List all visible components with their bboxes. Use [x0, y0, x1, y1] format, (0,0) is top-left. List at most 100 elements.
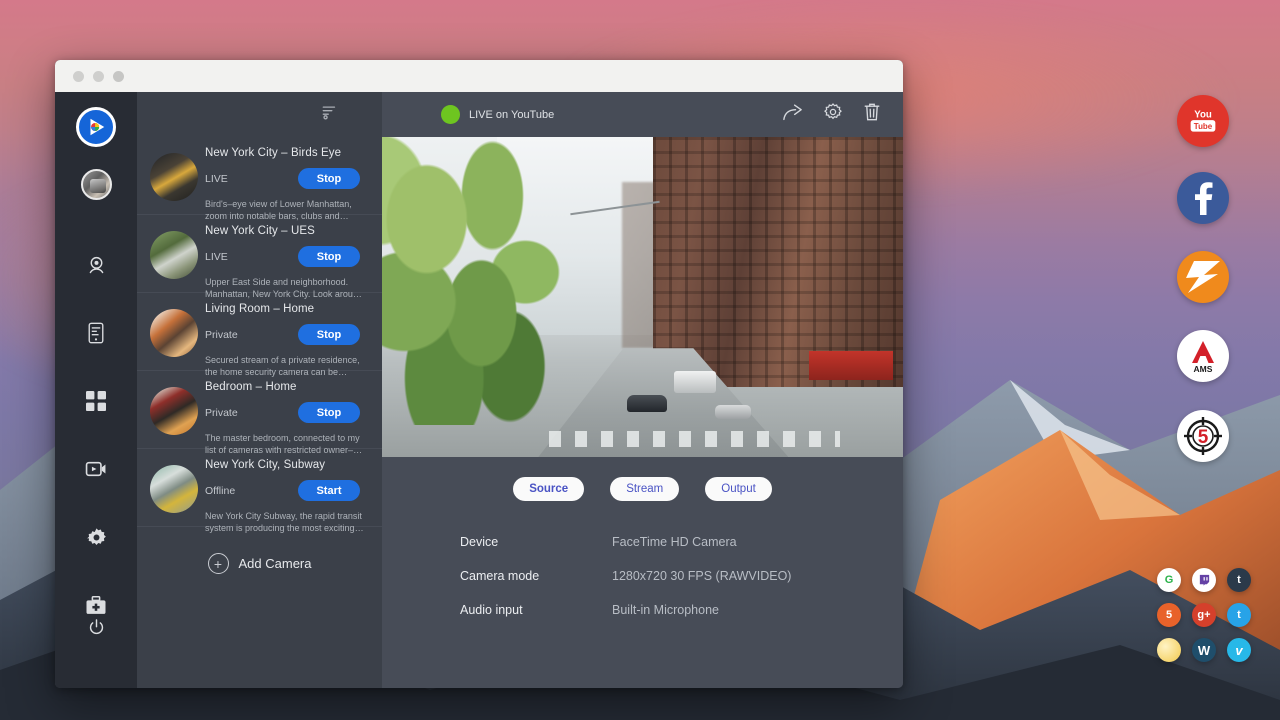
- wowza-desktop-icon[interactable]: [1177, 251, 1229, 303]
- wordpress-icon[interactable]: W: [1192, 638, 1216, 662]
- video-icon: [85, 460, 107, 478]
- power-icon: [87, 618, 106, 637]
- desktop: New York City – Birds Eye LIVE Stop Bird…: [0, 0, 1280, 720]
- info-label: Device: [460, 535, 612, 549]
- source-info-table: Device FaceTime HD Camera Camera mode 12…: [382, 501, 903, 637]
- svg-text:AMS: AMS: [1194, 364, 1213, 374]
- twitter-icon[interactable]: t: [1227, 603, 1251, 627]
- video-crosswalk: [549, 431, 841, 447]
- info-label: Audio input: [460, 603, 612, 617]
- camera-title: Living Room – Home: [205, 303, 372, 315]
- trash-icon[interactable]: [863, 102, 881, 127]
- sidebar-item-device[interactable]: [73, 308, 119, 358]
- camera-list-toolbar: [137, 92, 382, 137]
- camera-action-button[interactable]: Stop: [298, 324, 360, 345]
- camera-action-button[interactable]: Stop: [298, 246, 360, 267]
- grabyo-icon[interactable]: G: [1157, 568, 1181, 592]
- svg-text:5: 5: [1198, 427, 1209, 448]
- adobe-ams-glyph-icon: AMS: [1183, 337, 1223, 375]
- sidebar-item-power[interactable]: [73, 602, 119, 652]
- vimeo-icon[interactable]: v: [1227, 638, 1251, 662]
- svg-text:Tube: Tube: [1194, 122, 1213, 131]
- youtube-desktop-icon[interactable]: You Tube: [1177, 95, 1229, 147]
- add-camera-label: Add Camera: [239, 556, 312, 571]
- lightning-bolt-icon: [1182, 258, 1224, 296]
- camera-thumbnail: [150, 387, 198, 435]
- list-item[interactable]: New York City – UES LIVE Stop Upper East…: [137, 215, 382, 293]
- video-truck: [674, 371, 716, 393]
- camera-status: LIVE: [205, 251, 298, 263]
- camera-thumbnail: [150, 465, 198, 513]
- main-panel: LIVE on YouTube: [382, 92, 903, 688]
- tab-stream[interactable]: Stream: [610, 477, 679, 501]
- live-status-label: LIVE on YouTube: [469, 109, 554, 121]
- list-item[interactable]: Living Room – Home Private Stop Secured …: [137, 293, 382, 371]
- camera-thumbnail: [150, 231, 198, 279]
- maximize-button[interactable]: [113, 71, 124, 82]
- webcam-icon: [86, 255, 107, 276]
- app-logo-play[interactable]: [76, 107, 116, 147]
- info-value[interactable]: FaceTime HD Camera: [612, 535, 737, 549]
- plus-icon: +: [208, 553, 229, 574]
- tumblr-icon[interactable]: t: [1227, 568, 1251, 592]
- camera-status: LIVE: [205, 173, 298, 185]
- adobe-ams-desktop-icon[interactable]: AMS: [1177, 330, 1229, 382]
- svg-text:You: You: [1194, 109, 1212, 120]
- camera-thumbnail: [150, 309, 198, 357]
- tab-source[interactable]: Source: [513, 477, 584, 501]
- info-row-audio-input: Audio input Built-in Microphone: [460, 603, 903, 617]
- camera-status: Offline: [205, 485, 298, 497]
- video-preview[interactable]: [382, 137, 903, 457]
- window-titlebar: [55, 60, 903, 92]
- twitch-icon[interactable]: [1192, 568, 1216, 592]
- device-icon: [87, 322, 105, 344]
- camera-description: New York City Subway, the rapid transit …: [205, 510, 372, 534]
- camera-title: Bedroom – Home: [205, 381, 372, 393]
- share-icon[interactable]: [782, 103, 803, 127]
- list-item[interactable]: New York City – Birds Eye LIVE Stop Bird…: [137, 137, 382, 215]
- camera-list[interactable]: New York City – Birds Eye LIVE Stop Bird…: [137, 137, 382, 688]
- camera-status: Private: [205, 329, 298, 341]
- sidebar-item-dashboard[interactable]: [73, 376, 119, 426]
- facebook-desktop-icon[interactable]: [1177, 172, 1229, 224]
- gear-icon: [86, 527, 107, 548]
- tab-output[interactable]: Output: [705, 477, 772, 501]
- google-plus-icon[interactable]: g+: [1192, 603, 1216, 627]
- sidebar-item-recordings[interactable]: [73, 444, 119, 494]
- youtube-glyph-icon: You Tube: [1185, 106, 1221, 136]
- settings-tabs: Source Stream Output: [382, 457, 903, 501]
- gear-icon[interactable]: [823, 102, 843, 127]
- sidebar-item-settings[interactable]: [73, 512, 119, 562]
- play-icon: [85, 116, 107, 138]
- user-avatar[interactable]: [81, 169, 112, 200]
- camera-title: New York City – UES: [205, 225, 372, 237]
- facebook-f-icon: [1192, 181, 1214, 215]
- sort-icon[interactable]: [322, 104, 338, 125]
- camera-action-button[interactable]: Stop: [298, 168, 360, 189]
- close-button[interactable]: [73, 71, 84, 82]
- info-value[interactable]: Built-in Microphone: [612, 603, 719, 617]
- camera-title: New York City – Birds Eye: [205, 147, 372, 159]
- twitch-glyph-icon: [1198, 574, 1211, 587]
- minimize-button[interactable]: [93, 71, 104, 82]
- info-row-camera-mode: Camera mode 1280x720 30 FPS (RAWVIDEO): [460, 569, 903, 583]
- list-item[interactable]: New York City, Subway Offline Start New …: [137, 449, 382, 527]
- sidebar-item-webcam[interactable]: [73, 240, 119, 290]
- info-value[interactable]: 1280x720 30 FPS (RAWVIDEO): [612, 569, 791, 583]
- ustream-icon[interactable]: 5: [1157, 603, 1181, 627]
- live-status: LIVE on YouTube: [441, 105, 554, 124]
- list-item[interactable]: Bedroom – Home Private Stop The master b…: [137, 371, 382, 449]
- camera-action-button[interactable]: Stop: [298, 402, 360, 423]
- livestream-icon[interactable]: [1157, 638, 1181, 662]
- video-car-2: [715, 405, 751, 419]
- video-awning: [809, 351, 892, 380]
- live-indicator-dot: [441, 105, 460, 124]
- grid-icon: [86, 391, 106, 411]
- flash-media-5-icon[interactable]: 5: [1177, 410, 1229, 462]
- camera-action-button[interactable]: Start: [298, 480, 360, 501]
- target-5-icon: 5: [1181, 414, 1225, 458]
- camera-title: New York City, Subway: [205, 459, 372, 471]
- app-window: New York City – Birds Eye LIVE Stop Bird…: [55, 60, 903, 688]
- camera-status: Private: [205, 407, 298, 419]
- sidebar-rail: [55, 92, 137, 688]
